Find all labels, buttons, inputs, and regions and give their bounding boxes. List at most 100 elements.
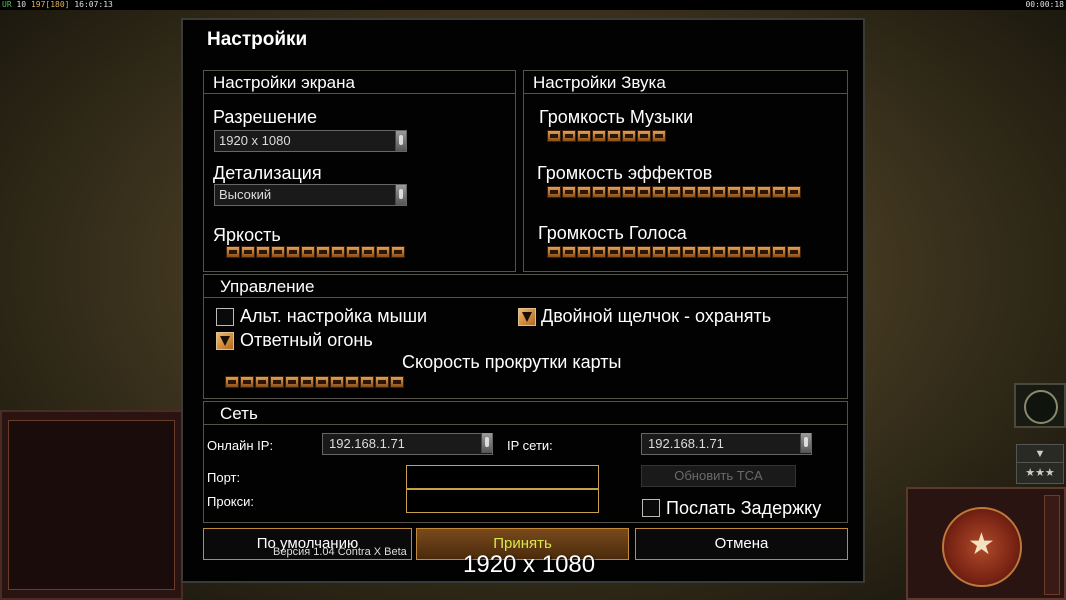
slider-segment xyxy=(241,246,255,258)
slider-segment xyxy=(315,376,329,388)
network-section: Сеть Онлайн IP: 192.168.1.71 IP сети: 19… xyxy=(203,401,848,523)
settings-dialog: Настройки Настройки экрана Разрешение 19… xyxy=(181,18,865,583)
alt-mouse-label: Альт. настройка мыши xyxy=(240,306,428,326)
hud-stats: UR 10 197[180] 16:07:13 xyxy=(2,0,113,10)
dropdown-scroll-icon[interactable] xyxy=(481,433,492,453)
alt-mouse-checkbox[interactable] xyxy=(216,308,234,326)
slider-segment xyxy=(592,130,606,142)
slider-segment xyxy=(607,186,621,198)
slider-segment xyxy=(225,376,239,388)
slider-segment xyxy=(742,186,756,198)
hud-game-timer: 00:00:18 xyxy=(1025,0,1064,9)
voice-volume-slider[interactable] xyxy=(547,246,801,259)
slider-segment xyxy=(577,246,591,258)
faction-emblem-icon: ★ xyxy=(942,507,1022,587)
screen-settings-section: Настройки экрана Разрешение 1920 x 1080 … xyxy=(203,70,516,272)
detail-dropdown[interactable]: Высокий xyxy=(214,184,407,206)
slider-segment xyxy=(727,246,741,258)
lan-ip-dropdown[interactable]: 192.168.1.71 xyxy=(641,433,812,455)
effects-volume-slider[interactable] xyxy=(547,186,801,199)
slider-segment xyxy=(346,246,360,258)
slider-segment xyxy=(270,376,284,388)
top-hud-bar: UR 10 197[180] 16:07:13 00:00:18 xyxy=(0,0,1066,10)
cancel-button[interactable]: Отмена xyxy=(635,528,848,560)
slider-segment xyxy=(667,186,681,198)
brightness-label: Яркость xyxy=(213,225,281,245)
hud-clock: 16:07:13 xyxy=(74,0,113,9)
dropdown-scroll-icon[interactable] xyxy=(800,433,811,453)
hud-value-c: [180] xyxy=(45,0,70,9)
slider-segment xyxy=(300,376,314,388)
port-label: Порт: xyxy=(207,470,241,485)
slider-segment xyxy=(562,186,576,198)
slider-segment xyxy=(772,186,786,198)
slider-segment xyxy=(577,130,591,142)
music-volume-slider[interactable] xyxy=(547,130,666,143)
online-ip-dropdown[interactable]: 192.168.1.71 xyxy=(322,433,493,455)
slider-segment xyxy=(682,246,696,258)
slider-segment xyxy=(316,246,330,258)
controls-header: Управление xyxy=(204,275,847,298)
dialog-title: Настройки xyxy=(207,29,308,50)
slider-segment xyxy=(712,246,726,258)
slider-segment xyxy=(360,376,374,388)
online-ip-value: 192.168.1.71 xyxy=(329,436,405,451)
proxy-input[interactable] xyxy=(406,489,599,513)
slider-segment xyxy=(652,130,666,142)
slider-segment xyxy=(637,130,651,142)
slider-segment xyxy=(226,246,240,258)
slider-segment xyxy=(757,186,771,198)
background-command-panel xyxy=(0,410,183,600)
rank-panel: ▼ ★★★ xyxy=(1016,444,1064,484)
slider-segment xyxy=(652,246,666,258)
emblem-side-bar xyxy=(1044,495,1060,595)
radar-button xyxy=(1014,383,1066,428)
resolution-dropdown[interactable]: 1920 x 1080 xyxy=(214,130,407,152)
version-text: Версия 1.04 Contra X Beta xyxy=(273,546,407,558)
slider-segment xyxy=(592,186,606,198)
sound-settings-header: Настройки Звука xyxy=(524,71,847,94)
slider-segment xyxy=(637,246,651,258)
screen-settings-header: Настройки экрана xyxy=(204,71,515,94)
slider-segment xyxy=(622,186,636,198)
return-fire-checkbox[interactable] xyxy=(216,332,234,350)
rank-stars-icon: ★★★ xyxy=(1025,467,1055,479)
slider-segment xyxy=(376,246,390,258)
faction-emblem-panel: ★ xyxy=(906,487,1066,600)
brightness-slider[interactable] xyxy=(226,246,405,259)
slider-segment xyxy=(391,246,405,258)
update-tca-button[interactable]: Обновить TCA xyxy=(641,465,796,487)
slider-segment xyxy=(286,246,300,258)
detail-label: Детализация xyxy=(213,163,322,183)
slider-segment xyxy=(667,246,681,258)
lan-ip-value: 192.168.1.71 xyxy=(648,436,724,451)
slider-segment xyxy=(652,186,666,198)
slider-segment xyxy=(547,246,561,258)
slider-segment xyxy=(301,246,315,258)
slider-segment xyxy=(271,246,285,258)
slider-segment xyxy=(622,130,636,142)
scroll-speed-label: Скорость прокрутки карты xyxy=(402,352,622,372)
slider-segment xyxy=(345,376,359,388)
slider-segment xyxy=(637,186,651,198)
scroll-speed-slider[interactable] xyxy=(225,376,404,389)
collapse-arrow-icon: ▼ xyxy=(1017,445,1063,463)
return-fire-label: Ответный огонь xyxy=(240,330,373,350)
slider-segment xyxy=(697,246,711,258)
slider-segment xyxy=(331,246,345,258)
slider-segment xyxy=(607,130,621,142)
slider-segment xyxy=(742,246,756,258)
port-input[interactable] xyxy=(406,465,599,489)
dropdown-scroll-icon[interactable] xyxy=(395,131,406,151)
radar-icon xyxy=(1024,390,1058,424)
controls-section: Управление Альт. настройка мыши Двойной … xyxy=(203,274,848,399)
dropdown-scroll-icon[interactable] xyxy=(395,185,406,205)
send-delay-checkbox[interactable] xyxy=(642,499,660,517)
slider-segment xyxy=(547,186,561,198)
detail-value: Высокий xyxy=(219,187,272,202)
send-delay-label: Послать Задержку xyxy=(666,498,822,518)
slider-segment xyxy=(255,376,269,388)
slider-segment xyxy=(256,246,270,258)
double-click-guard-checkbox[interactable] xyxy=(518,308,536,326)
hud-prefix: UR xyxy=(2,0,12,9)
